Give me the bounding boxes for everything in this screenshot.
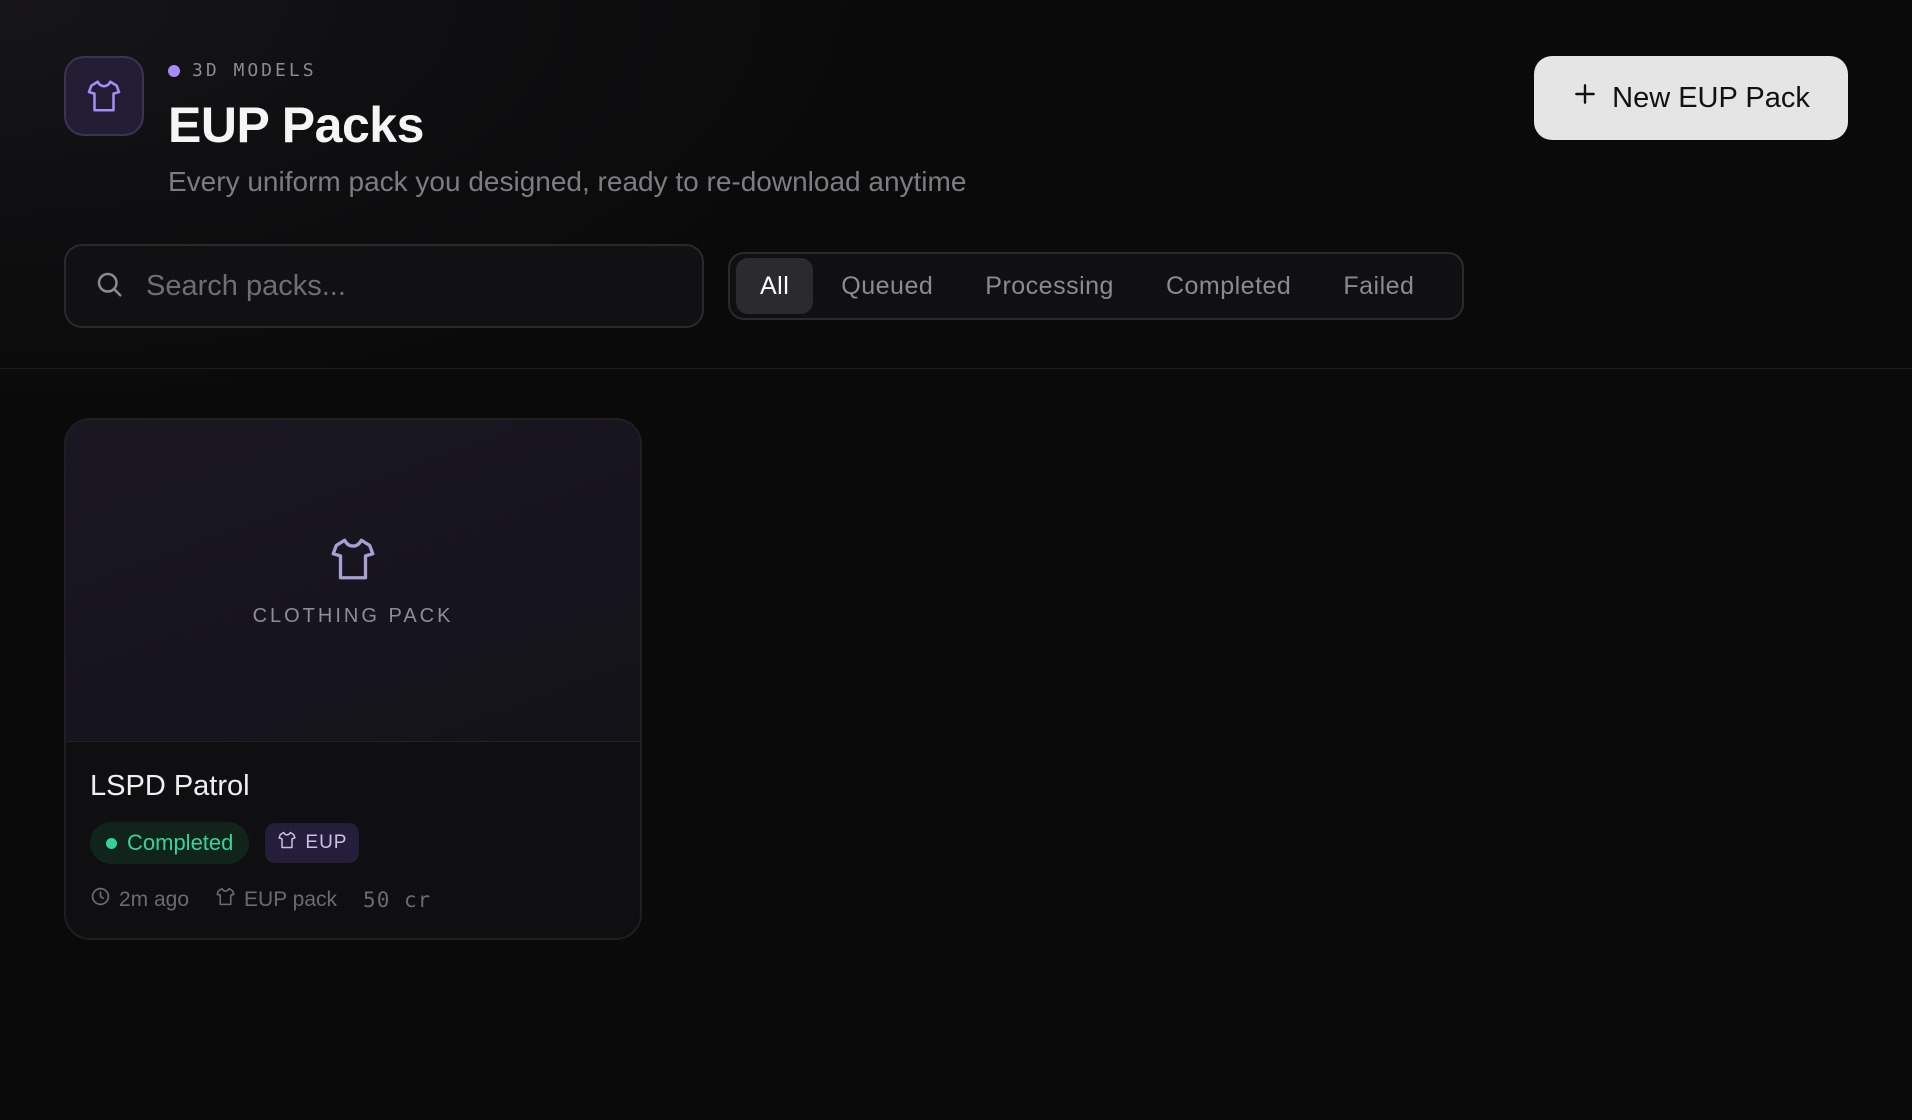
search-icon <box>94 269 124 304</box>
kind-label: EUP pack <box>244 887 338 911</box>
shirt-icon <box>277 830 297 856</box>
page-header: 3D MODELS EUP Packs Every uniform pack y… <box>0 0 1912 369</box>
time-label: 2m ago <box>119 887 190 911</box>
new-eup-pack-label: New EUP Pack <box>1612 81 1810 114</box>
eyebrow-label: 3D MODELS <box>192 60 317 81</box>
page-subtitle: Every uniform pack you designed, ready t… <box>168 166 967 197</box>
pack-card[interactable]: CLOTHING PACK LSPD Patrol Completed EUP <box>64 418 642 940</box>
type-label: EUP <box>305 832 348 853</box>
status-filter-tabs: All Queued Processing Completed Failed <box>728 252 1464 320</box>
shirt-icon <box>64 56 144 136</box>
pack-thumbnail: CLOTHING PACK <box>66 420 640 742</box>
plus-icon <box>1572 81 1598 115</box>
pack-name: LSPD Patrol <box>90 770 250 802</box>
eyebrow-dot <box>168 64 180 77</box>
tab-all[interactable]: All <box>736 258 814 314</box>
shirt-icon <box>215 886 236 913</box>
meta-kind: EUP pack <box>215 886 337 913</box>
pack-meta: 2m ago EUP pack 50 cr <box>90 886 457 913</box>
new-eup-pack-button[interactable]: New EUP Pack <box>1534 56 1848 140</box>
status-label: Completed <box>127 830 234 855</box>
status-badge: Completed <box>90 822 250 864</box>
search-input[interactable] <box>146 269 666 303</box>
eyebrow: 3D MODELS <box>168 60 317 81</box>
tab-processing[interactable]: Processing <box>961 258 1138 314</box>
pack-badges: Completed EUP <box>90 822 360 864</box>
tab-completed[interactable]: Completed <box>1142 258 1315 314</box>
tab-queued[interactable]: Queued <box>817 258 957 314</box>
clock-icon <box>90 886 111 913</box>
tab-failed[interactable]: Failed <box>1319 258 1438 314</box>
status-dot <box>106 837 117 849</box>
meta-time: 2m ago <box>90 886 189 913</box>
cost-label: 50 cr <box>363 887 432 912</box>
page: 3D MODELS EUP Packs Every uniform pack y… <box>0 0 1912 1120</box>
thumbnail-label: CLOTHING PACK <box>252 604 454 627</box>
page-title: EUP Packs <box>168 97 424 153</box>
search-box[interactable] <box>64 244 704 328</box>
shirt-icon <box>328 534 378 589</box>
type-badge: EUP <box>265 823 360 863</box>
